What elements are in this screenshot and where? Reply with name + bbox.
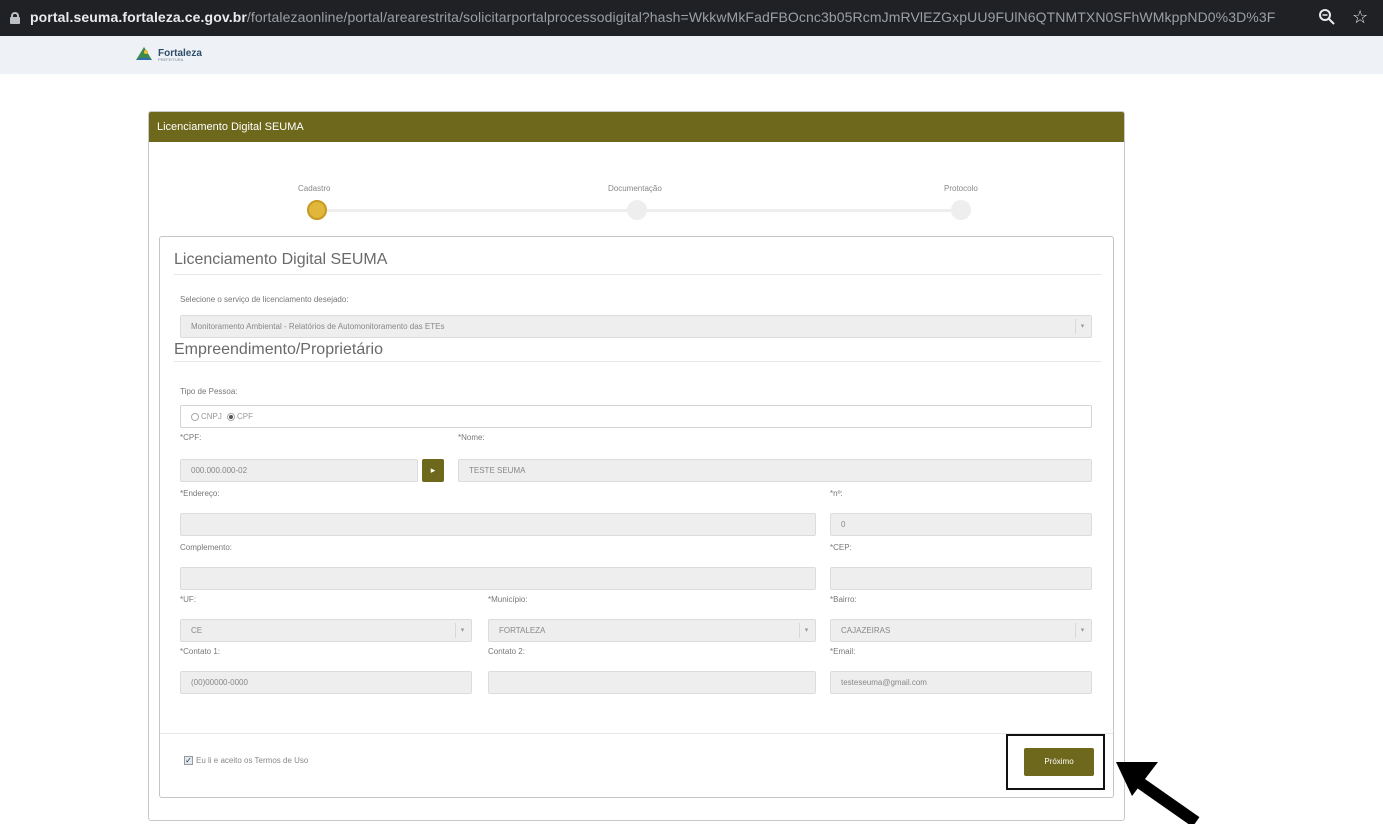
chevron-down-icon: ▾ <box>455 623 469 638</box>
cep-label: *CEP: <box>830 543 852 552</box>
step-dot-cadastro[interactable] <box>307 200 327 220</box>
municipio-label: *Município: <box>488 595 528 604</box>
chevron-down-icon: ▾ <box>1075 319 1089 334</box>
step-label-cadastro: Cadastro <box>298 184 331 193</box>
next-button-highlight <box>1006 734 1105 790</box>
email-label: *Email: <box>830 647 856 656</box>
service-select-value: Monitoramento Ambiental - Relatórios de … <box>191 322 445 331</box>
logo-mark-icon <box>136 47 152 60</box>
cpf-search-button[interactable]: ▸ <box>422 459 444 482</box>
logo-subtext: PREFEITURA <box>158 57 184 62</box>
divider <box>174 274 1101 275</box>
lock-icon[interactable] <box>10 12 20 24</box>
step-dot-documentacao[interactable] <box>627 200 647 220</box>
terms-label: Eu li e aceito os Termos de Uso <box>196 756 309 765</box>
endereco-input[interactable] <box>180 513 816 536</box>
nome-input[interactable]: TESTE SEUMA <box>458 459 1092 482</box>
numero-label: *nº: <box>830 489 843 498</box>
complemento-input[interactable] <box>180 567 816 590</box>
contato1-input[interactable]: (00)00000-0000 <box>180 671 472 694</box>
chevron-down-icon: ▾ <box>1075 623 1089 638</box>
step-label-protocolo: Protocolo <box>944 184 978 193</box>
stepper: Cadastro Documentação Protocolo <box>149 142 1124 232</box>
email-input[interactable]: testeseuma@gmail.com <box>830 671 1092 694</box>
terms-checkbox[interactable]: ✓ <box>184 756 193 765</box>
cpf-label: *CPF: <box>180 433 202 442</box>
site-header: Fortaleza PREFEITURA <box>0 36 1383 74</box>
section-title-licenciamento: Licenciamento Digital SEUMA <box>174 251 388 268</box>
contato1-label: *Contato 1: <box>180 647 221 656</box>
uf-select-value: CE <box>191 626 203 635</box>
radio-cpf-label: CPF <box>237 412 253 421</box>
divider <box>174 361 1101 362</box>
contato2-label: Contato 2: <box>488 647 525 656</box>
contato2-input[interactable] <box>488 671 816 694</box>
form-container: Licenciamento Digital SEUMA Selecione o … <box>159 236 1114 798</box>
url-path: /fortalezaonline/portal/arearestrita/sol… <box>246 9 1276 25</box>
numero-input[interactable]: 0 <box>830 513 1092 536</box>
uf-label: *UF: <box>180 595 196 604</box>
nome-label: *Nome: <box>458 433 485 442</box>
municipio-select[interactable]: FORTALEZA ▾ <box>488 619 816 642</box>
cep-input[interactable] <box>830 567 1092 590</box>
step-label-documentacao: Documentação <box>608 184 662 193</box>
cpf-input[interactable]: 000.000.000-02 <box>180 459 418 482</box>
url-host: portal.seuma.fortaleza.ce.gov.br <box>30 9 247 25</box>
footer-divider <box>160 733 1113 734</box>
service-select[interactable]: Monitoramento Ambiental - Relatórios de … <box>180 315 1092 338</box>
star-icon[interactable]: ☆ <box>1352 7 1368 27</box>
licenciamento-panel: Licenciamento Digital SEUMA Cadastro Doc… <box>148 111 1125 821</box>
radio-cnpj[interactable] <box>191 413 199 421</box>
radio-cpf[interactable] <box>227 413 235 421</box>
complemento-label: Complemento: <box>180 543 233 552</box>
radio-cnpj-label: CNPJ <box>201 412 222 421</box>
zoom-icon[interactable] <box>1318 8 1336 26</box>
step-dot-protocolo[interactable] <box>951 200 971 220</box>
address-bar[interactable]: portal.seuma.fortaleza.ce.gov.br/fortale… <box>30 9 1275 25</box>
bairro-label: *Bairro: <box>830 595 857 604</box>
municipio-select-value: FORTALEZA <box>499 626 546 635</box>
service-label: Selecione o serviço de licenciamento des… <box>180 295 349 304</box>
tipo-pessoa-group: CNPJ CPF <box>180 405 1092 428</box>
bairro-select[interactable]: CAJAZEIRAS ▾ <box>830 619 1092 642</box>
tipo-pessoa-label: Tipo de Pessoa: <box>180 387 238 396</box>
section-title-empreendimento: Empreendimento/Proprietário <box>174 341 383 358</box>
uf-select[interactable]: CE ▾ <box>180 619 472 642</box>
chevron-down-icon: ▾ <box>799 623 813 638</box>
pointer-arrow-icon <box>1116 762 1200 824</box>
bairro-select-value: CAJAZEIRAS <box>841 626 891 635</box>
endereco-label: *Endereço: <box>180 489 220 498</box>
panel-title: Licenciamento Digital SEUMA <box>149 112 1124 142</box>
browser-url-bar: portal.seuma.fortaleza.ce.gov.br/fortale… <box>0 0 1383 36</box>
